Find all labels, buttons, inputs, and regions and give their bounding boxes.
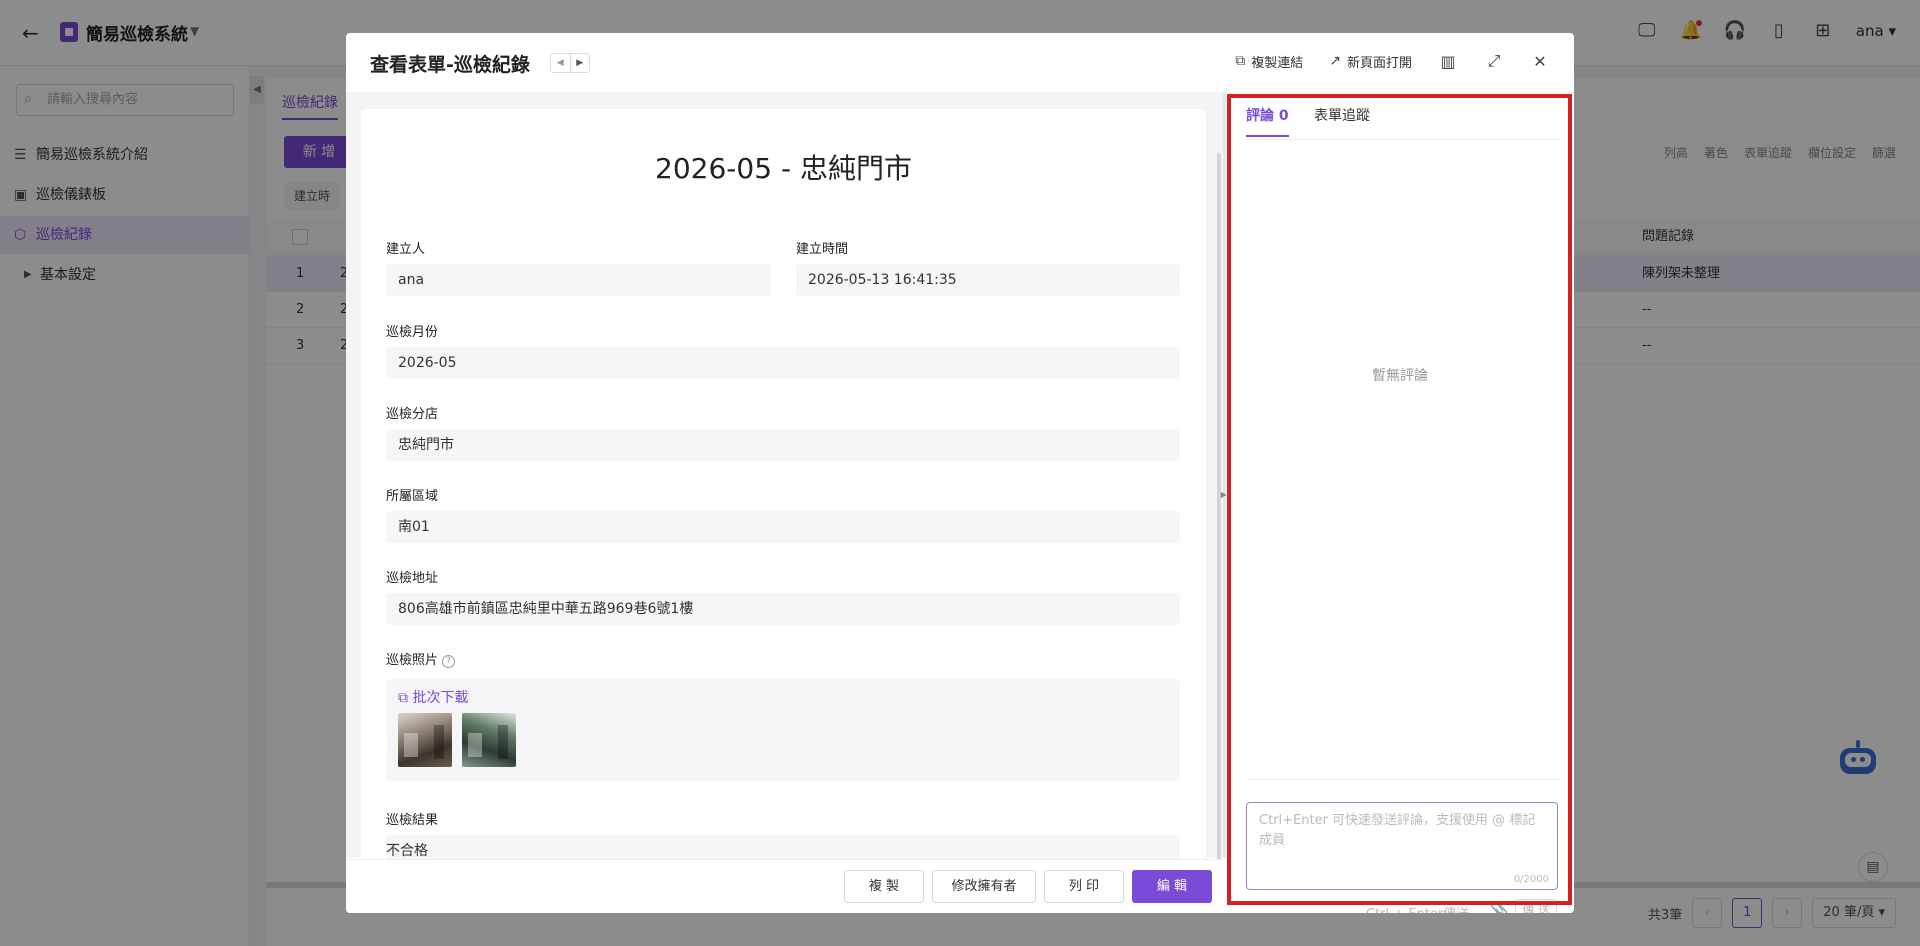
region-label: 所屬區域 bbox=[386, 489, 439, 504]
view-form-modal: 查看表單-巡檢紀錄 ◀ ▶ ⧉ 複製連結 ↗ 新頁面打開 ▥ ⤢ ✕ 2026-… bbox=[346, 33, 1574, 913]
photos-label: 巡檢照片? bbox=[386, 649, 456, 668]
open-new-page-button[interactable]: ↗ 新頁面打開 bbox=[1329, 52, 1412, 71]
photos-label-text: 巡檢照片 bbox=[386, 653, 439, 668]
empty-comments: 暫無評論 bbox=[1372, 368, 1428, 384]
batch-download-link[interactable]: ⧉ 批次下載 bbox=[398, 687, 468, 707]
comment-divider bbox=[1246, 779, 1558, 780]
paperclip-icon[interactable]: 📎 bbox=[1490, 901, 1509, 913]
next-record-icon[interactable]: ▶ bbox=[569, 54, 590, 72]
address-value: 806高雄市前鎮區忠純里中華五路969巷6號1樓 bbox=[386, 593, 1180, 625]
tab-form-tracking[interactable]: 表單追蹤 bbox=[1314, 105, 1370, 135]
modal-footer: 複 製 修改擁有者 列 印 編 輯 bbox=[346, 859, 1223, 913]
send-button[interactable]: 傳 送 bbox=[1515, 899, 1557, 913]
copy-button[interactable]: 複 製 bbox=[844, 870, 924, 903]
batch-download-label: 批次下載 bbox=[412, 690, 469, 706]
external-link-icon: ↗ bbox=[1329, 53, 1341, 69]
photo-detail bbox=[404, 733, 418, 757]
creator-label: 建立人 bbox=[386, 242, 426, 257]
copy-icon: ⧉ bbox=[1235, 53, 1246, 69]
record-nav: ◀ ▶ bbox=[550, 53, 590, 73]
form-scrollbar[interactable] bbox=[1217, 153, 1221, 873]
side-panel-icon[interactable]: ▥ bbox=[1438, 52, 1458, 71]
modal-title: 查看表單-巡檢紀錄 bbox=[370, 54, 530, 76]
created-time-label: 建立時間 bbox=[796, 242, 849, 257]
modal-header: 查看表單-巡檢紀錄 ◀ ▶ ⧉ 複製連結 ↗ 新頁面打開 ▥ ⤢ ✕ bbox=[346, 33, 1574, 93]
change-owner-button[interactable]: 修改擁有者 bbox=[932, 870, 1036, 903]
char-counter: 0/2000 bbox=[1513, 874, 1549, 885]
photos-box: ⧉ 批次下載 bbox=[386, 679, 1180, 781]
photo-detail bbox=[498, 725, 508, 759]
send-hint: Ctrl + Enter傳送 bbox=[1366, 903, 1469, 913]
form-card: 2026-05 - 忠純門市 建立人 ana 建立時間 2026-05-13 1… bbox=[361, 109, 1206, 869]
month-value: 2026-05 bbox=[386, 347, 1180, 379]
form-area: 2026-05 - 忠純門市 建立人 ana 建立時間 2026-05-13 1… bbox=[346, 93, 1223, 873]
month-label: 巡檢月份 bbox=[386, 325, 439, 340]
photo-thumbnail[interactable] bbox=[462, 713, 516, 767]
photo-thumbnail[interactable] bbox=[398, 713, 452, 767]
created-time-value: 2026-05-13 16:41:35 bbox=[796, 264, 1180, 296]
close-icon[interactable]: ✕ bbox=[1530, 52, 1550, 71]
prev-record-icon[interactable]: ◀ bbox=[551, 54, 570, 72]
copy-link-button[interactable]: ⧉ 複製連結 bbox=[1235, 52, 1303, 71]
creator-value: ana bbox=[386, 264, 771, 296]
region-value: 南01 bbox=[386, 511, 1180, 543]
comment-input[interactable]: Ctrl+Enter 可快速發送評論，支援使用 @ 標記成員 0/2000 bbox=[1246, 802, 1558, 890]
photo-detail bbox=[434, 725, 444, 759]
tab-divider bbox=[1246, 139, 1558, 140]
tab-comments[interactable]: 評論 0 bbox=[1246, 105, 1289, 137]
comment-placeholder: Ctrl+Enter 可快速發送評論，支援使用 @ 標記成員 bbox=[1259, 813, 1536, 848]
photo-detail bbox=[468, 733, 482, 757]
print-button[interactable]: 列 印 bbox=[1044, 870, 1124, 903]
open-new-page-label: 新頁面打開 bbox=[1346, 55, 1412, 71]
modal-actions: ⧉ 複製連結 ↗ 新頁面打開 ▥ ⤢ ✕ bbox=[1235, 51, 1550, 71]
help-icon[interactable]: ? bbox=[442, 655, 456, 668]
fullscreen-icon[interactable]: ⤢ bbox=[1484, 51, 1504, 71]
form-title: 2026-05 - 忠純門市 bbox=[655, 152, 912, 185]
result-label: 巡檢結果 bbox=[386, 813, 439, 828]
copy-link-label: 複製連結 bbox=[1251, 55, 1304, 71]
edit-button[interactable]: 編 輯 bbox=[1132, 870, 1212, 903]
comments-panel: 評論 0 表單追蹤 暫無評論 Ctrl+Enter 可快速發送評論，支援使用 @… bbox=[1226, 93, 1574, 913]
store-value: 忠純門市 bbox=[386, 429, 1180, 461]
store-label: 巡檢分店 bbox=[386, 407, 439, 422]
download-icon: ⧉ bbox=[398, 690, 408, 706]
address-label: 巡檢地址 bbox=[386, 571, 439, 586]
